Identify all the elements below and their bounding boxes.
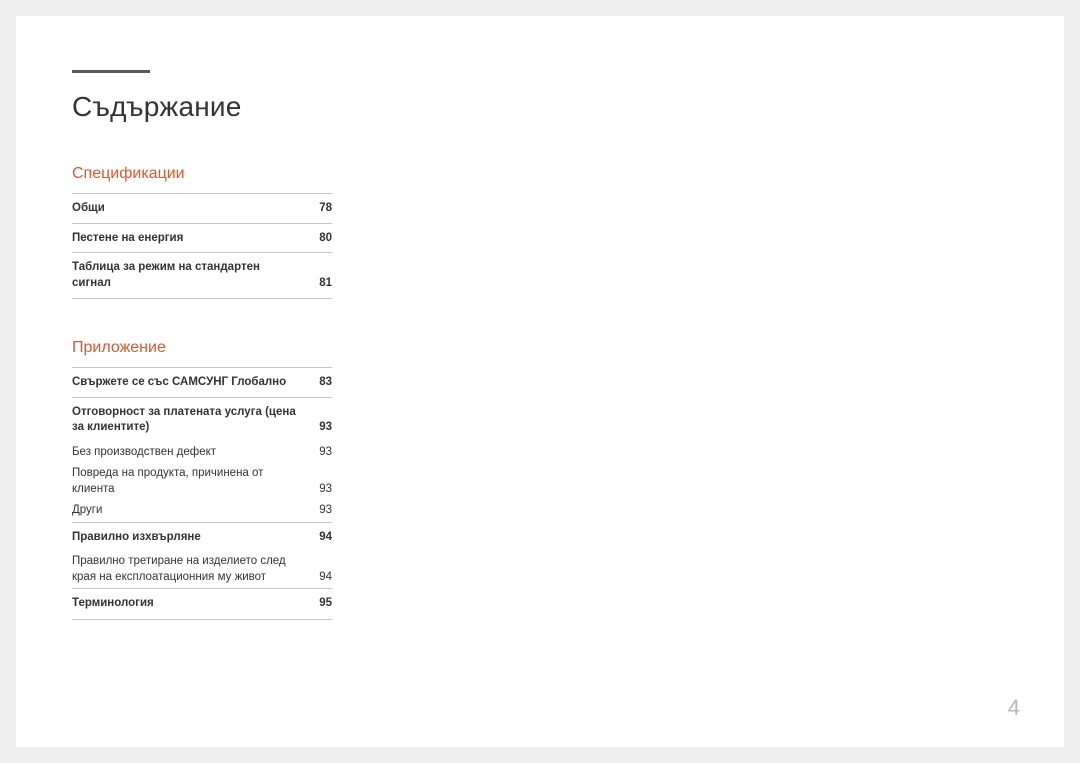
- toc-entry-label: Повреда на продукта, причинена от клиент…: [72, 466, 308, 497]
- page-number: 4: [1008, 695, 1020, 721]
- section-heading: Спецификации: [72, 165, 332, 183]
- toc-entry-page: 78: [308, 201, 332, 217]
- toc-entry-page: 94: [308, 570, 332, 586]
- toc-subentry[interactable]: Други 93: [72, 500, 332, 522]
- toc-entry-label: Терминология: [72, 596, 308, 612]
- toc-entry-label: Отговорност за платената услуга (цена за…: [72, 405, 308, 436]
- toc-section-0: Спецификации Общи 78 Пестене на енергия …: [72, 165, 332, 299]
- toc-entry-label: Други: [72, 503, 308, 519]
- toc-entry-page: 93: [308, 445, 332, 461]
- toc-entry-label: Правилно изхвърляне: [72, 530, 308, 546]
- toc-entry-label: Правилно третиране на изделието след кра…: [72, 554, 308, 585]
- toc-entry-page: 83: [308, 375, 332, 391]
- toc-entry-label: Без производствен дефект: [72, 445, 308, 461]
- toc-entry[interactable]: Терминология 95: [72, 588, 332, 620]
- toc-entry-page: 94: [308, 530, 332, 546]
- toc-entry-page: 93: [308, 482, 332, 498]
- toc-entry-page: 93: [308, 420, 332, 436]
- toc-entry-page: 81: [308, 276, 332, 292]
- toc-entry[interactable]: Пестене на енергия 80: [72, 223, 332, 253]
- table-of-contents: Спецификации Общи 78 Пестене на енергия …: [72, 165, 332, 620]
- toc-entry-label: Общи: [72, 201, 308, 217]
- toc-entry[interactable]: Отговорност за платената услуга (цена за…: [72, 397, 332, 442]
- toc-entry-page: 80: [308, 231, 332, 247]
- toc-section-1: Приложение Свържете се със САМСУНГ Глоба…: [72, 339, 332, 620]
- page-title: Съдържание: [72, 91, 1008, 123]
- toc-entry-label: Таблица за режим на стандартен сигнал: [72, 260, 308, 291]
- toc-entry[interactable]: Общи 78: [72, 193, 332, 223]
- toc-subentry[interactable]: Правилно третиране на изделието след кра…: [72, 551, 332, 588]
- toc-entry[interactable]: Таблица за режим на стандартен сигнал 81: [72, 252, 332, 299]
- toc-entry-label: Пестене на енергия: [72, 231, 308, 247]
- toc-entry-page: 93: [308, 503, 332, 519]
- title-rule: [72, 70, 150, 73]
- toc-entry-label: Свържете се със САМСУНГ Глобално: [72, 375, 308, 391]
- toc-subentry[interactable]: Без производствен дефект 93: [72, 442, 332, 464]
- page: Съдържание Спецификации Общи 78 Пестене …: [16, 16, 1064, 747]
- section-heading: Приложение: [72, 339, 332, 357]
- toc-subentry[interactable]: Повреда на продукта, причинена от клиент…: [72, 463, 332, 500]
- toc-entry-page: 95: [308, 596, 332, 612]
- toc-entry[interactable]: Правилно изхвърляне 94: [72, 522, 332, 552]
- toc-entry[interactable]: Свържете се със САМСУНГ Глобално 83: [72, 367, 332, 397]
